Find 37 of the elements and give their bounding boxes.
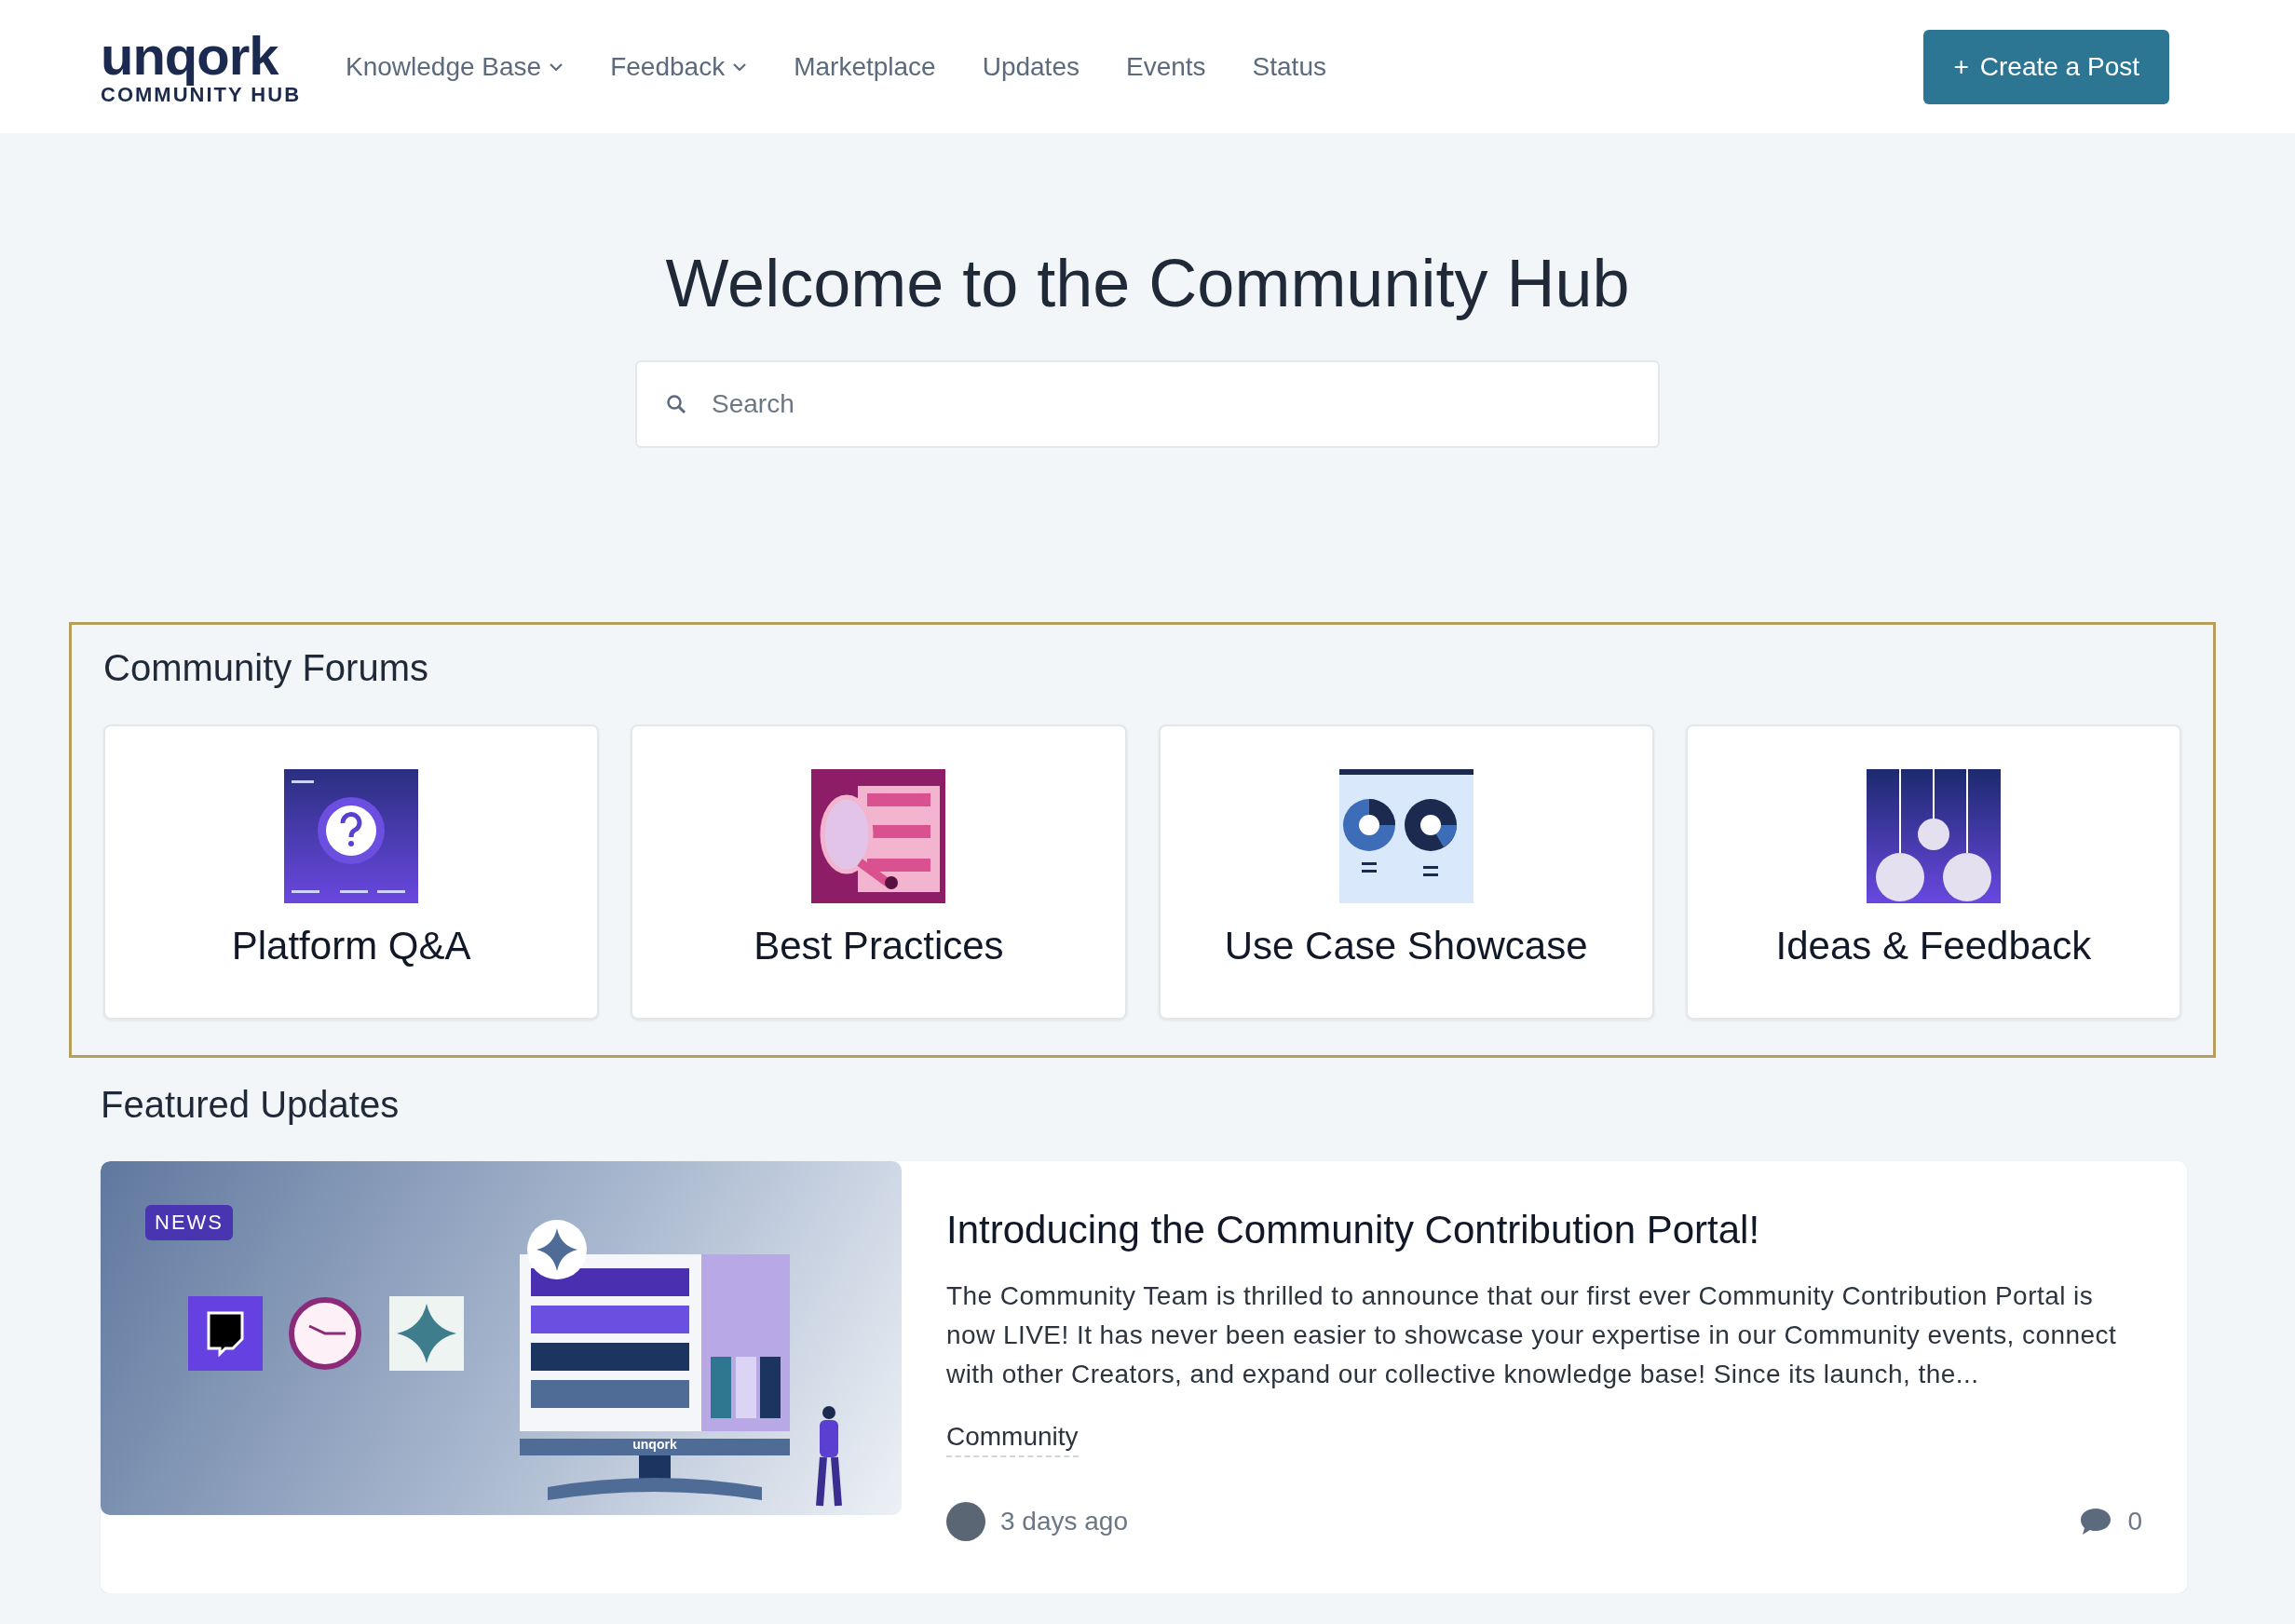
nav-link[interactable]: Events bbox=[1125, 51, 1206, 82]
section-heading: Featured Updates bbox=[101, 1084, 401, 1126]
forum-card[interactable]: Use Case Showcase bbox=[1158, 724, 1654, 1020]
nav-link[interactable]: Updates bbox=[982, 51, 1080, 82]
forum-title: Use Case Showcase bbox=[1224, 924, 1588, 968]
page-title: Welcome to the Community Hub bbox=[665, 245, 1630, 321]
post-title[interactable]: Introducing the Community Contribution Portal! bbox=[946, 1208, 2142, 1252]
lightbulbs-illustration-icon bbox=[1866, 769, 2001, 903]
create-post-button[interactable]: + Create a Post bbox=[1923, 29, 2169, 104]
post-excerpt: The Community Team is thrilled to announce that our first ever Community Contribution Portal is now LIVE! It has never been easier to showcase your expertise in our Community events, connect with other Creators, and expand our collective knowledge base! Since its launch, the... bbox=[946, 1280, 2118, 1390]
community-hub-logo[interactable]: unqork COMMUNITY HUB bbox=[101, 27, 302, 106]
search-icon bbox=[665, 393, 687, 415]
chevron-down-icon bbox=[549, 61, 564, 72]
forum-card[interactable]: Best Practices bbox=[631, 724, 1127, 1020]
question-illustration-icon bbox=[284, 769, 419, 903]
post-time: 3 days ago bbox=[1000, 1507, 1129, 1536]
monitor-label: unqork bbox=[631, 1437, 678, 1452]
forum-card[interactable]: Ideas & Feedback bbox=[1685, 724, 2181, 1020]
section-heading: Community Forums bbox=[103, 647, 429, 689]
forum-title: Platform Q&A bbox=[231, 924, 471, 968]
forum-title: Best Practices bbox=[754, 924, 1004, 968]
comment-icon bbox=[2079, 1507, 2113, 1536]
author-avatar bbox=[946, 1502, 985, 1541]
logo-wordmark: unqork bbox=[101, 27, 278, 84]
nav-link[interactable]: Marketplace bbox=[794, 51, 936, 82]
magnifier-illustration-icon bbox=[811, 769, 946, 903]
nav-link[interactable]: Status bbox=[1252, 51, 1326, 82]
dashboard-illustration-icon bbox=[1338, 769, 1473, 903]
nav-link[interactable]: Feedback bbox=[610, 51, 748, 82]
search-field[interactable]: Search bbox=[635, 360, 1660, 448]
chevron-down-icon bbox=[732, 61, 748, 72]
nav-link[interactable]: Knowledge Base bbox=[346, 51, 564, 82]
category-link[interactable]: Community bbox=[946, 1422, 1079, 1457]
news-badge: NEWS bbox=[145, 1205, 233, 1240]
forum-card[interactable]: Platform Q&A bbox=[103, 724, 600, 1020]
forum-title: Ideas & Feedback bbox=[1775, 924, 2092, 968]
comment-count: 0 bbox=[2127, 1507, 2142, 1536]
